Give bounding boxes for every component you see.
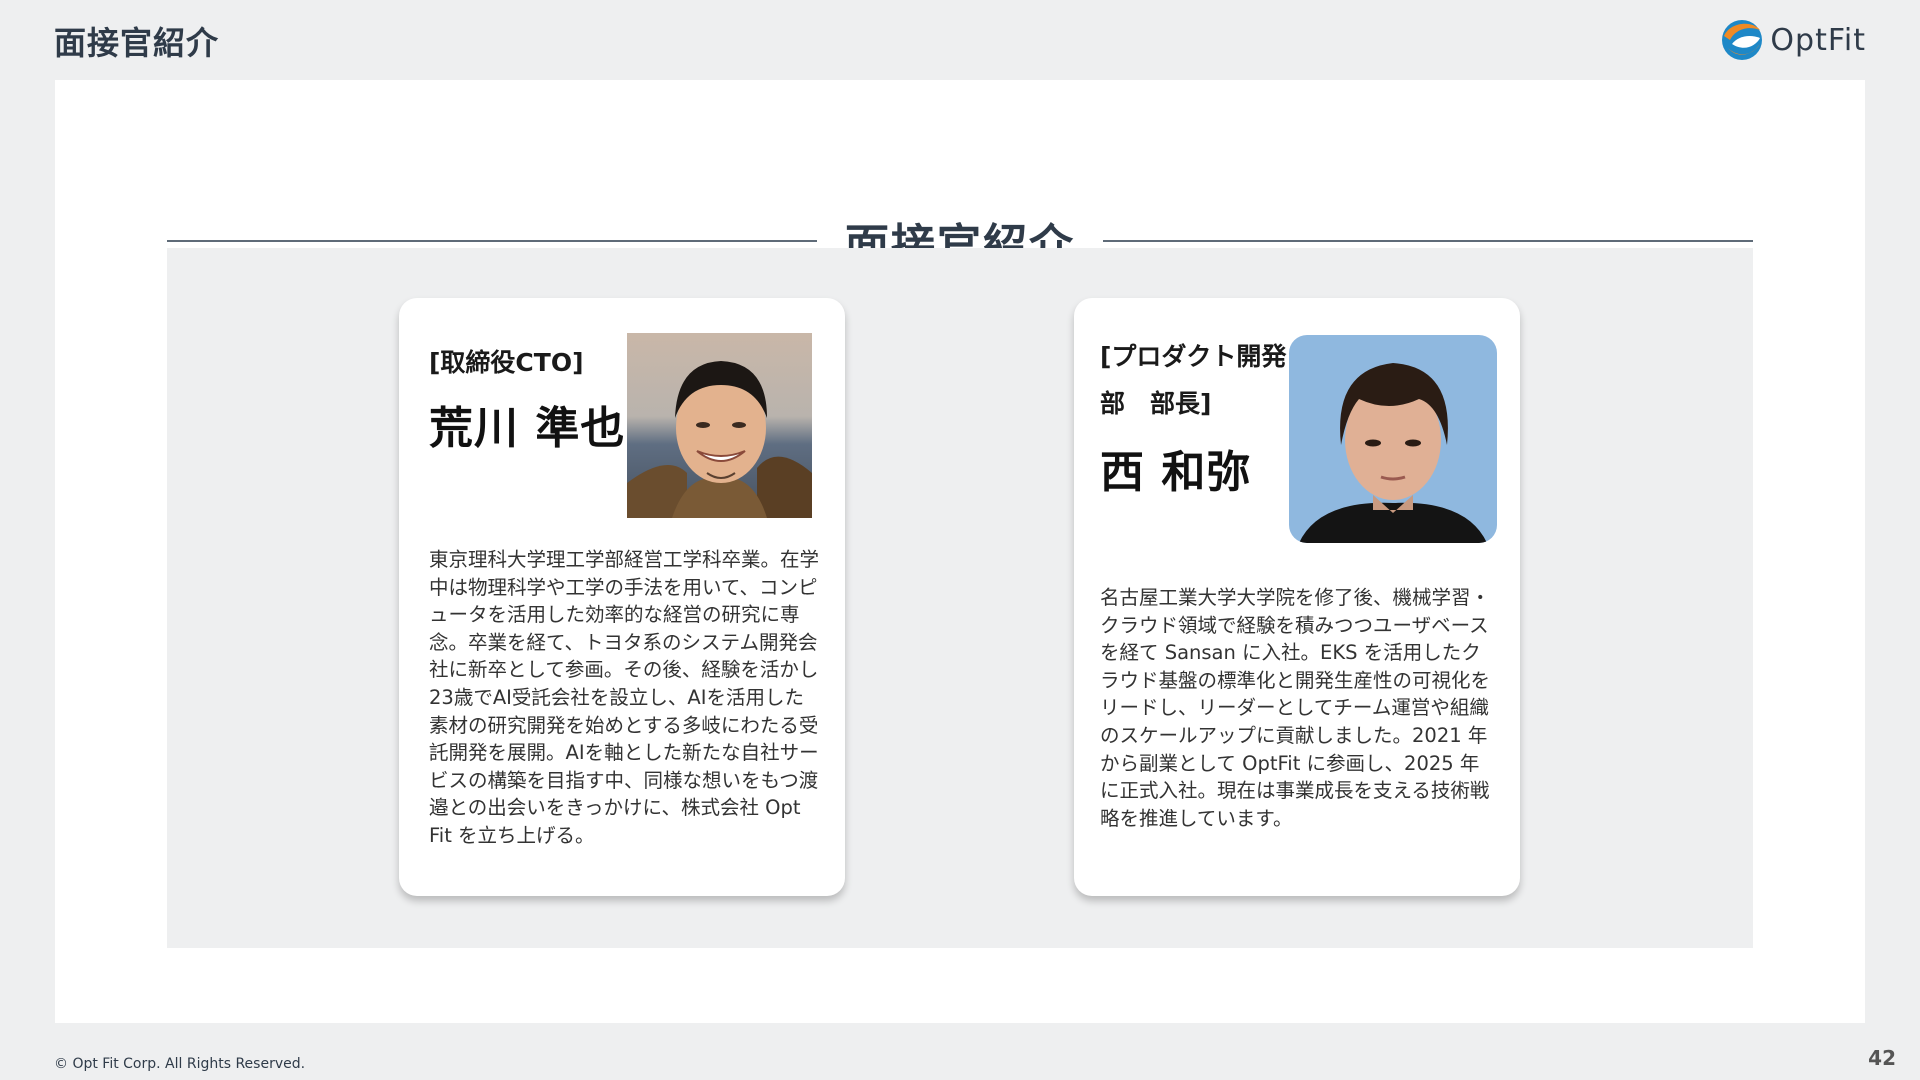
title-rule-left — [167, 240, 817, 242]
interviewer-name: 西 和弥 — [1100, 447, 1252, 498]
interviewer-card-area: [取締役CTO] 荒川 準也 東京理科大学理工学部経営工学科卒業。在学中は物理科… — [167, 248, 1753, 948]
interviewer-photo — [1289, 335, 1497, 543]
slide-content: 面接官紹介 [取締役CTO] 荒川 準也 東京理科大学理工学部経営工学科卒業。在… — [55, 80, 1865, 1023]
interviewer-name: 荒川 準也 — [429, 403, 626, 454]
interviewer-photo — [627, 333, 812, 518]
copyright-footer: © Opt Fit Corp. All Rights Reserved. — [54, 1056, 306, 1072]
interviewer-bio: 東京理科大学理工学部経営工学科卒業。在学中は物理科学や工学の手法を用いて、コンピ… — [429, 548, 820, 847]
logo-text: OptFit — [1770, 22, 1866, 58]
page-header-title: 面接官紹介 — [54, 24, 220, 62]
interviewer-card: [プロダクト開発部 部長] 西 和弥 名古屋工業大学大学院を修了後、機械学習・ク… — [1074, 298, 1520, 896]
interviewer-role: [プロダクト開発部 部長] — [1100, 342, 1287, 418]
interviewer-bio: 名古屋工業大学大学院を修了後、機械学習・クラウド領域で経験を積みつつユーザベース… — [1100, 586, 1491, 830]
page-number: 42 — [1868, 1046, 1896, 1070]
title-rule-right — [1103, 240, 1753, 242]
interviewer-role: [取締役CTO] — [429, 348, 584, 377]
interviewer-card: [取締役CTO] 荒川 準也 東京理科大学理工学部経営工学科卒業。在学中は物理科… — [399, 298, 845, 896]
logo-mark-icon — [1722, 20, 1763, 60]
company-logo: OptFit — [1720, 18, 1866, 62]
